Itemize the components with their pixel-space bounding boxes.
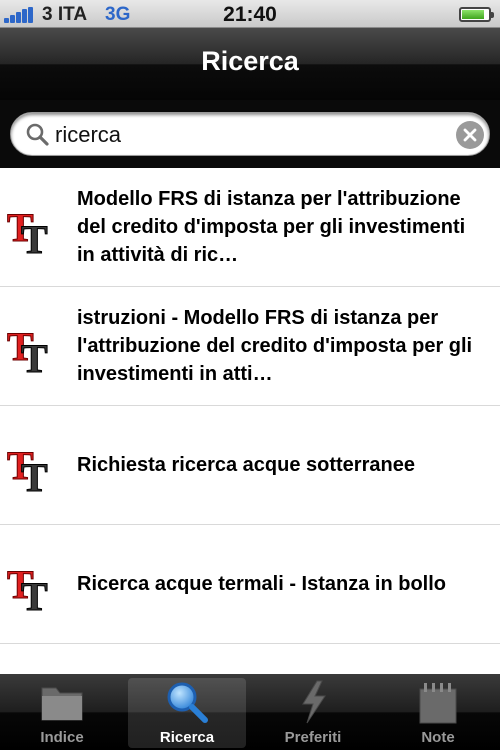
list-item[interactable]: T T Richiesta ricerca acque sotterranee [0,406,500,525]
close-icon [463,128,477,142]
magnifier-icon [167,682,208,723]
tab-indice[interactable]: Indice [3,678,121,748]
results-list: T T Modello FRS di istanza per l'attribu… [0,168,500,674]
list-item[interactable]: T T Modello FRS di istanza per l'attribu… [0,168,500,287]
list-item[interactable]: T T Ricerca acque termali - Istanza in b… [0,525,500,644]
result-title: Richiesta ricerca acque sotterranee [77,454,415,476]
tt-document-icon: T T [7,443,49,495]
result-title: istruzioni - Modello FRS di istanza per … [77,307,473,385]
svg-text:T: T [21,217,48,257]
clock: 21:40 [223,3,277,26]
tt-document-icon: T T [7,324,49,376]
search-icon [26,123,49,146]
battery-icon [459,7,494,22]
tab-label: Ricerca [159,729,215,746]
search-input[interactable] [55,117,435,153]
tt-document-icon: T T [7,205,49,257]
svg-text:T: T [21,455,48,495]
lightning-icon [302,680,326,724]
page-title: Ricerca [201,46,299,76]
tab-bar: Indice Ricerca Preferiti Note [0,674,500,750]
navigation-bar: Ricerca [0,28,500,100]
result-title: Modello FRS di istanza per l'attribuzion… [77,188,466,266]
svg-text:T: T [21,574,48,614]
tab-label: Indice [40,729,84,746]
result-title: Ricerca acque termali - Istanza in bollo [77,573,447,595]
tab-ricerca[interactable]: Ricerca [128,678,246,748]
folder-icon [41,687,83,721]
tt-document-icon: T T [7,562,49,614]
clear-search-button[interactable] [456,121,484,149]
tab-label: Preferiti [284,729,342,746]
tab-preferiti[interactable]: Preferiti [254,678,372,748]
list-item[interactable]: T T istruzioni - Modello FRS di istanza … [0,287,500,406]
notepad-icon [419,683,457,724]
tab-note[interactable]: Note [379,678,497,748]
search-bar [0,100,500,168]
status-bar: 3 ITA 3G 21:40 [0,0,500,28]
search-field[interactable] [10,112,490,156]
svg-text:T: T [21,336,48,376]
tab-label: Note [421,729,455,746]
